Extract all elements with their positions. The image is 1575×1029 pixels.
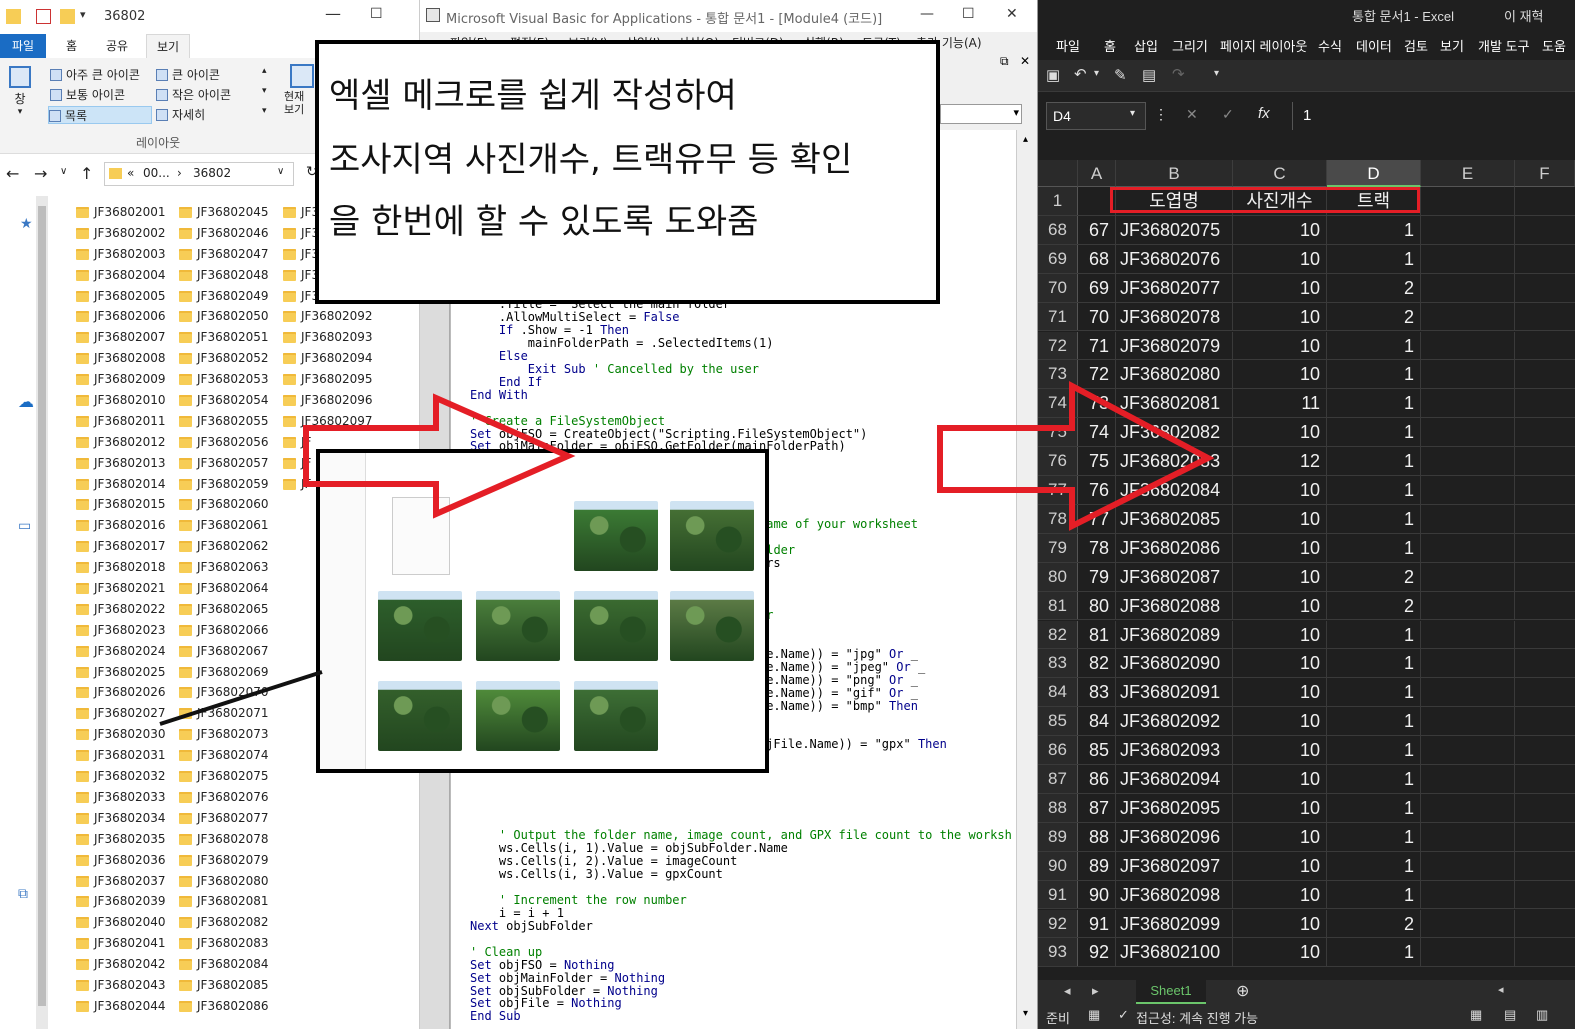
annotation-arrows (159, 381, 1215, 726)
arrow-right-icon (937, 381, 1215, 531)
callout-line (159, 670, 323, 726)
arrow-right-icon (303, 393, 576, 519)
